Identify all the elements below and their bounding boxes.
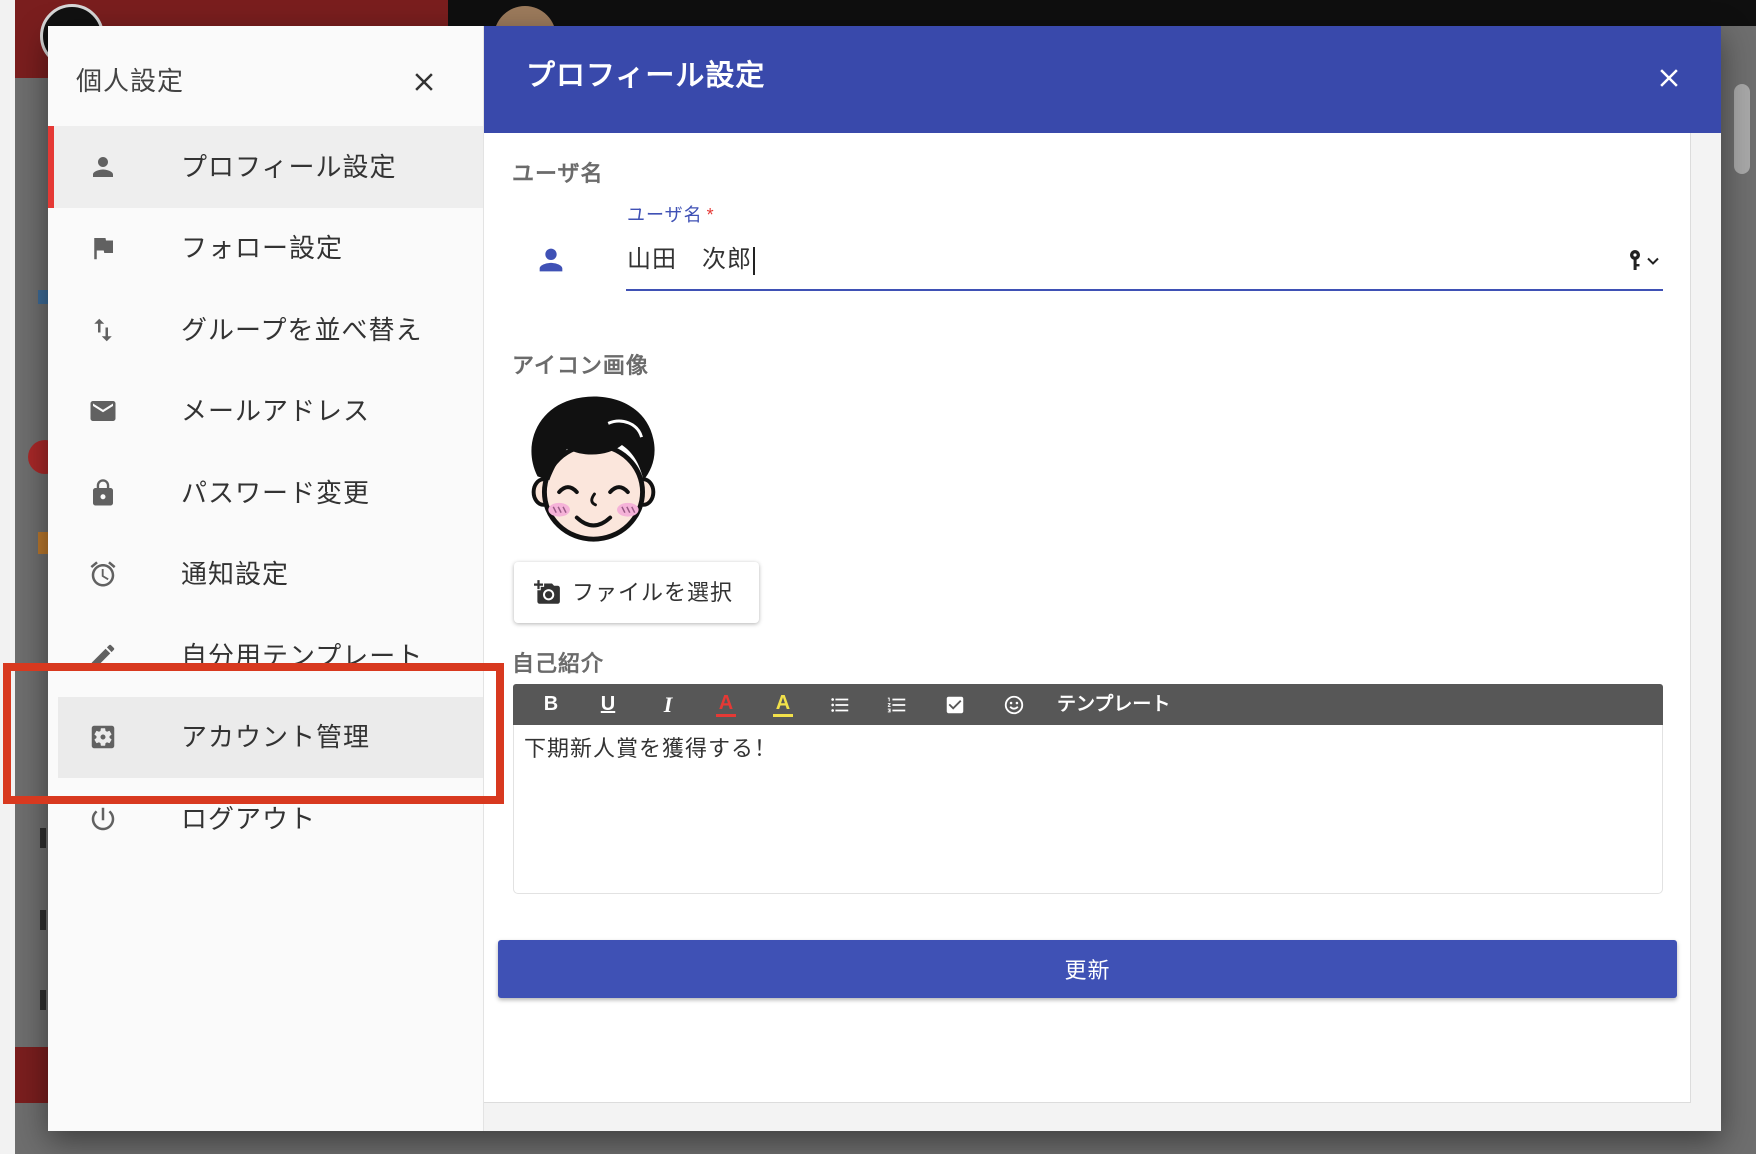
profile-settings-panel: プロフィール設定 ユーザ名 ユーザ名 * 山田 次郎 アイコン画像 ファイルを選… xyxy=(484,26,1721,1131)
panel-body: ユーザ名 ユーザ名 * 山田 次郎 アイコン画像 ファイルを選択 自己紹介 B … xyxy=(484,133,1721,1131)
highlight-button[interactable]: A xyxy=(767,684,799,725)
menu-item-sort-groups[interactable]: グループを並べ替え xyxy=(48,289,483,371)
update-button[interactable]: 更新 xyxy=(498,940,1677,998)
smiley-icon xyxy=(1004,695,1024,714)
page-scrollbar[interactable] xyxy=(1734,84,1750,174)
background-app-mark xyxy=(40,990,46,1010)
menu-item-label: ログアウト xyxy=(181,803,317,834)
menu-item-label: 通知設定 xyxy=(181,559,290,590)
panel-header: プロフィール設定 xyxy=(484,26,1721,133)
text-caret xyxy=(753,246,755,275)
menu-item-label: アカウント管理 xyxy=(181,722,371,753)
underline-button[interactable]: U xyxy=(592,684,624,725)
add-photo-icon xyxy=(534,579,561,606)
account-settings-icon xyxy=(88,722,118,752)
update-button-label: 更新 xyxy=(1064,958,1111,983)
menu-item-label: 自分用テンプレート xyxy=(181,640,424,671)
menu-item-notifications[interactable]: 通知設定 xyxy=(48,534,483,616)
text-color-label: A xyxy=(715,693,737,717)
menu-item-label: プロフィール設定 xyxy=(181,151,397,182)
username-input-underline xyxy=(626,289,1663,291)
bulleted-list-icon xyxy=(831,697,849,712)
person-icon xyxy=(534,243,568,277)
numbered-list-icon xyxy=(887,697,906,712)
menu-item-logout[interactable]: ログアウト xyxy=(48,778,483,860)
italic-button[interactable]: I xyxy=(652,684,684,725)
panel-title: プロフィール設定 xyxy=(526,60,766,92)
required-mark: * xyxy=(706,205,715,225)
menu-item-follow[interactable]: フォロー設定 xyxy=(48,208,483,290)
username-floating-label: ユーザ名 xyxy=(627,205,703,225)
menu-item-label: グループを並べ替え xyxy=(181,314,423,345)
menu-item-account-management[interactable]: アカウント管理 xyxy=(48,696,483,778)
username-field-label: ユーザ名 * xyxy=(627,204,715,226)
avatar xyxy=(513,390,672,547)
username-value: 山田 次郎 xyxy=(627,246,752,273)
emoji-button[interactable] xyxy=(998,684,1030,725)
bulleted-list-button[interactable] xyxy=(824,684,856,725)
numbered-list-button[interactable] xyxy=(881,684,913,725)
pencil-icon xyxy=(88,641,118,671)
template-button[interactable]: テンプレート xyxy=(1057,684,1170,725)
bio-editor[interactable]: 下期新人賞を獲得する！ xyxy=(513,725,1663,894)
lock-icon xyxy=(88,478,118,508)
background-footer xyxy=(15,1047,48,1103)
sidebar-title: 個人設定 xyxy=(76,66,185,96)
background-app-mark xyxy=(40,910,46,930)
screen-edge xyxy=(0,0,15,1154)
background-header xyxy=(448,0,1756,26)
profile-form: ユーザ名 ユーザ名 * 山田 次郎 アイコン画像 ファイルを選択 自己紹介 B … xyxy=(484,133,1691,1103)
text-color-button[interactable]: A xyxy=(710,684,742,725)
username-section-label: ユーザ名 xyxy=(512,161,604,186)
swap-vertical-icon xyxy=(88,315,118,345)
icon-image-section-label: アイコン画像 xyxy=(512,353,649,378)
menu-item-password[interactable]: パスワード変更 xyxy=(48,452,483,534)
underline-label: U xyxy=(600,693,616,715)
menu-item-email[interactable]: メールアドレス xyxy=(48,371,483,453)
personal-settings-dialog: 個人設定 プロフィール設定 フォロー設定 グループを並べ替え メールアドレス パ… xyxy=(48,26,1721,1131)
menu-item-label: フォロー設定 xyxy=(181,233,344,264)
checkbox-icon xyxy=(946,696,964,713)
power-icon xyxy=(88,804,118,834)
settings-menu: プロフィール設定 フォロー設定 グループを並べ替え メールアドレス パスワード変… xyxy=(48,126,483,860)
flag-icon xyxy=(88,233,118,263)
close-icon[interactable] xyxy=(409,67,439,97)
highlight-label: A xyxy=(772,693,794,717)
key-icon[interactable] xyxy=(1626,248,1648,272)
menu-item-profile[interactable]: プロフィール設定 xyxy=(48,126,483,208)
checklist-button[interactable] xyxy=(939,684,971,725)
choose-file-button[interactable]: ファイルを選択 xyxy=(514,562,759,623)
mail-icon xyxy=(88,396,118,426)
italic-label: I xyxy=(663,691,673,717)
bold-button[interactable]: B xyxy=(535,684,567,725)
choose-file-label: ファイルを選択 xyxy=(572,579,734,605)
settings-sidebar: 個人設定 プロフィール設定 フォロー設定 グループを並べ替え メールアドレス パ… xyxy=(48,26,484,1131)
username-input[interactable]: 山田 次郎 xyxy=(627,245,755,275)
bold-label: B xyxy=(543,693,559,715)
background-app-mark xyxy=(38,290,48,304)
background-app-mark xyxy=(40,828,46,848)
bio-section-label: 自己紹介 xyxy=(512,651,605,676)
editor-toolbar: B U I A A テンプレート xyxy=(513,684,1663,725)
alarm-clock-icon xyxy=(88,559,118,589)
menu-item-label: パスワード変更 xyxy=(181,477,371,508)
menu-item-my-templates[interactable]: 自分用テンプレート xyxy=(48,615,483,697)
person-icon xyxy=(88,152,118,182)
menu-item-label: メールアドレス xyxy=(181,396,371,427)
close-icon[interactable] xyxy=(1654,63,1684,93)
bio-text: 下期新人賞を獲得する！ xyxy=(524,736,778,761)
chevron-down-icon[interactable] xyxy=(1646,254,1660,268)
